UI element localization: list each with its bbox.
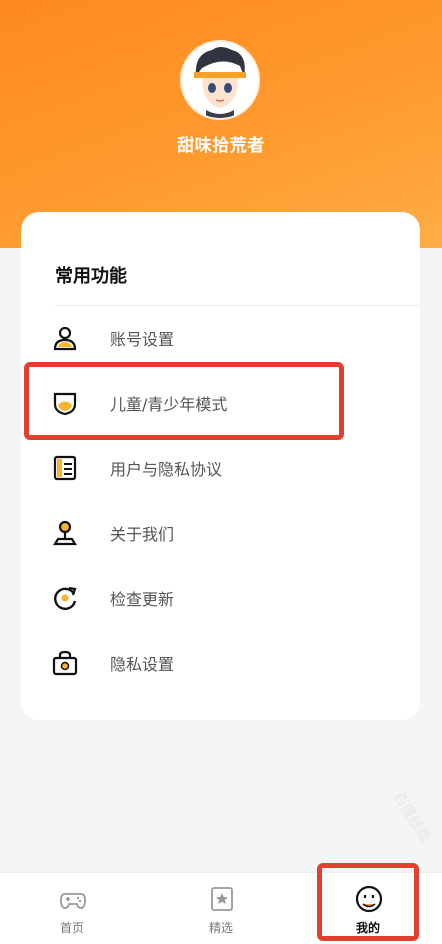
anime-boy-avatar-icon: [182, 42, 258, 118]
menu-label: 隐私设置: [110, 655, 175, 674]
common-functions-card: 常用功能 账号设置 儿童/青少年模式 用户与隐私协议 关于我们 检查更新 隐私设…: [21, 212, 420, 720]
profile-header: 甜味拾荒者: [0, 0, 442, 248]
menu-item-privacy-settings[interactable]: 隐私设置: [21, 631, 420, 695]
star-box-icon: [211, 887, 233, 911]
avatar[interactable]: [182, 42, 258, 118]
gamepad-icon: [60, 893, 86, 909]
menu-label: 关于我们: [110, 525, 175, 544]
document-icon: [53, 455, 77, 481]
refresh-icon: [54, 586, 77, 610]
menu-item-check-update[interactable]: 检查更新: [21, 566, 420, 630]
menu-label: 用户与隐私协议: [110, 460, 223, 479]
menu-label: 检查更新: [110, 590, 175, 609]
card-title: 常用功能: [55, 266, 127, 287]
tab-featured[interactable]: 精选: [171, 873, 271, 944]
menu-label: 账号设置: [110, 330, 175, 349]
tab-home[interactable]: 首页: [22, 873, 122, 944]
menu-item-privacy-agreement[interactable]: 用户与隐私协议: [21, 436, 420, 500]
menu-item-about-us[interactable]: 关于我们: [21, 501, 420, 565]
joystick-icon: [53, 520, 77, 546]
username: 甜味拾荒者: [177, 136, 265, 156]
person-icon: [53, 326, 77, 351]
highlight-annotation: [24, 362, 344, 440]
tab-label: 精选: [208, 921, 233, 935]
menu-item-account-settings[interactable]: 账号设置: [21, 306, 420, 370]
highlight-annotation-tab: [317, 863, 419, 941]
watermark: 百度经验: [390, 789, 434, 846]
tab-label: 首页: [59, 921, 84, 935]
lock-box-icon: [52, 650, 78, 676]
